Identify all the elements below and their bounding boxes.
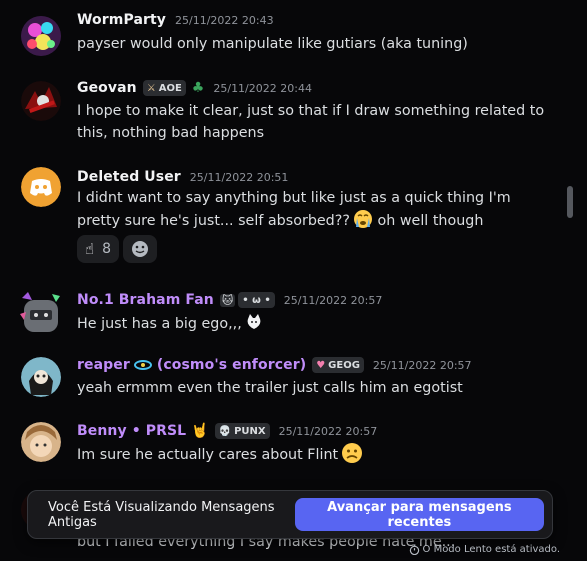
- jump-to-present-button[interactable]: Avançar para mensagens recentes: [294, 498, 544, 531]
- old-messages-banner: Você Está Visualizando Mensagens Antigas…: [27, 490, 553, 539]
- message-text: I didnt want to say anything but like ju…: [77, 190, 511, 229]
- clover-icon: ♣: [191, 80, 205, 96]
- username[interactable]: Benny • PRSL: [77, 423, 186, 439]
- stopwatch-icon: [409, 544, 419, 555]
- guild-tag[interactable]: 💀 PUNX: [214, 423, 270, 439]
- avatar[interactable]: [21, 357, 61, 397]
- skull-icon: 💀: [218, 425, 232, 437]
- timestamp[interactable]: 25/11/2022 20:44: [213, 82, 312, 95]
- timestamp[interactable]: 25/11/2022 20:43: [175, 14, 274, 27]
- rock-hand-icon: 🤘: [191, 423, 209, 439]
- timestamp[interactable]: 25/11/2022 20:57: [284, 294, 383, 307]
- message-text: He just has a big ego,,,: [77, 313, 549, 335]
- timestamp[interactable]: 25/11/2022 20:57: [279, 425, 378, 438]
- username[interactable]: Geovan: [77, 80, 137, 96]
- eye-ring-icon: [133, 360, 152, 370]
- add-reaction-button[interactable]: [123, 235, 158, 263]
- avatar[interactable]: [21, 16, 61, 56]
- reaction-button[interactable]: ☝ 8: [77, 235, 120, 263]
- guild-tag[interactable]: ⚔ AOE: [142, 80, 186, 96]
- message-braham-fan: No.1 Braham Fan 🐱 • ω • 25/11/2022 20:57…: [0, 292, 567, 342]
- message-reaper: reaper (cosmo's enforcer) ♥ GEOG 25/11/2…: [0, 357, 567, 407]
- heart-icon: ♥: [316, 359, 326, 371]
- guild-tag[interactable]: ♥ GEOG: [312, 357, 364, 373]
- message-wormparty: WormParty 25/11/2022 20:43 payser would …: [0, 10, 567, 60]
- add-reaction-icon: [132, 241, 149, 257]
- avatar[interactable]: [21, 167, 61, 207]
- sad-emoji-icon: [341, 442, 363, 464]
- message-text: I hope to make it clear, just so that if…: [77, 103, 545, 141]
- avatar[interactable]: [21, 422, 61, 462]
- guild-tag[interactable]: • ω •: [238, 292, 275, 308]
- message-benny: Benny • PRSL 🤘 💀 PUNX 25/11/2022 20:57 I…: [0, 422, 567, 472]
- banner-text: Você Está Visualizando Mensagens Antigas: [48, 499, 275, 530]
- message-text: yeah ermmm even the trailer just calls h…: [77, 380, 463, 396]
- crying-emoji-icon: [353, 209, 373, 229]
- username[interactable]: Deleted User: [77, 169, 181, 185]
- reaction-count: 8: [102, 241, 112, 257]
- slowmode-indicator: O Modo Lento está ativado.: [409, 544, 560, 555]
- timestamp[interactable]: 25/11/2022 20:51: [190, 171, 289, 184]
- slowmode-text: O Modo Lento está ativado.: [422, 544, 560, 555]
- username-suffix[interactable]: (cosmo's enforcer): [157, 357, 306, 373]
- cat-emoji-icon: [245, 313, 263, 331]
- username[interactable]: No.1 Braham Fan: [77, 292, 214, 308]
- cat-icon: 🐱: [219, 293, 236, 307]
- avatar[interactable]: [21, 81, 61, 121]
- timestamp[interactable]: 25/11/2022 20:57: [373, 359, 472, 372]
- message-deleted-user: Deleted User 25/11/2022 20:51 I didnt wa…: [0, 167, 567, 267]
- message-text: Im sure he actually cares about Flint: [77, 442, 549, 466]
- sword-icon: ⚔: [146, 82, 156, 94]
- avatar[interactable]: [18, 290, 64, 336]
- username[interactable]: WormParty: [77, 12, 166, 28]
- scrollbar-thumb[interactable]: [567, 186, 573, 218]
- message-text: payser would only manipulate like gutiar…: [77, 36, 468, 52]
- message-geovan: Geovan ⚔ AOE ♣ 25/11/2022 20:44 I hope t…: [0, 78, 567, 148]
- pointing-hand-icon: ☝: [85, 240, 95, 258]
- username[interactable]: reaper: [77, 357, 130, 373]
